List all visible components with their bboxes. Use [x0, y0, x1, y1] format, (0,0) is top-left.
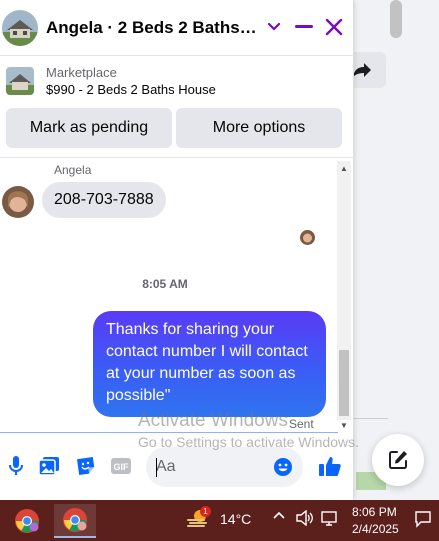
timestamp-separator: 8:05 AM [142, 277, 188, 291]
sticker-button[interactable] [74, 454, 98, 478]
gif-label: GIF [114, 462, 130, 472]
taskbar-chrome-profile-2[interactable] [54, 504, 96, 538]
notification-icon [415, 511, 431, 528]
clock-date: 2/4/2025 [352, 522, 399, 536]
gif-icon: GIF [111, 458, 131, 474]
outgoing-message[interactable]: Thanks for sharing your contact number I… [93, 311, 326, 417]
chevron-up-icon [273, 511, 285, 519]
thumbs-up-icon [319, 457, 341, 476]
windows-taskbar: 1 14°C 8:06 PM 2/4/2025 [0, 500, 439, 541]
listing-title[interactable]: $990 - 2 Beds 2 Baths House [46, 81, 216, 99]
taskbar-clock[interactable]: 8:06 PM 2/4/2025 [352, 504, 399, 538]
background-scrollbar[interactable] [390, 0, 402, 38]
emoji-button[interactable] [271, 455, 295, 479]
message-status: Sent [289, 417, 314, 431]
seen-photo-icon [300, 230, 315, 245]
text-caret [156, 458, 157, 477]
clock-time: 8:06 PM [352, 505, 397, 519]
background-divider [354, 418, 388, 419]
share-arrow-icon [353, 63, 371, 77]
chrome-icon [63, 508, 87, 532]
compose-icon [389, 451, 407, 469]
weather-widget[interactable]: 1 14°C [186, 506, 252, 530]
message-composer: GIF [0, 440, 354, 496]
close-chat-button[interactable] [322, 14, 346, 40]
new-message-button[interactable] [372, 434, 424, 486]
network-button[interactable] [321, 510, 339, 526]
gif-button[interactable]: GIF [109, 454, 133, 478]
seen-indicator-avatar [300, 230, 315, 245]
message-input-wrapper[interactable] [146, 447, 303, 487]
house-thumbnail-icon [6, 67, 34, 95]
microphone-icon [9, 456, 23, 475]
listing-info[interactable]: Marketplace $990 - 2 Beds 2 Baths House [0, 57, 354, 105]
mark-as-pending-button[interactable]: Mark as pending [6, 108, 172, 148]
notifications-button[interactable] [414, 510, 432, 528]
chat-header[interactable]: Angela · 2 Beds 2 Baths House [0, 0, 354, 56]
house-photo-icon [2, 9, 38, 46]
weather-badge: 1 [200, 506, 211, 517]
listing-avatar[interactable] [2, 9, 38, 46]
composer-divider [0, 432, 338, 433]
minimize-icon [295, 25, 313, 28]
chat-title[interactable]: Angela · 2 Beds 2 Baths House [46, 18, 258, 38]
contact-photo-icon [2, 186, 34, 218]
taskbar-chrome-profile-1[interactable] [6, 504, 48, 538]
chrome-icon [15, 509, 39, 533]
message-input[interactable] [156, 457, 266, 477]
photo-icon [38, 457, 59, 476]
message-thread[interactable]: Angela 208-703-7888 8:05 AM Thanks for s… [0, 158, 354, 432]
close-icon [325, 18, 343, 36]
show-hidden-icons-button[interactable] [272, 510, 286, 520]
marketplace-label: Marketplace [46, 64, 117, 80]
contact-avatar[interactable] [2, 186, 34, 218]
listing-thumbnail[interactable] [6, 67, 34, 95]
chat-window: Angela · 2 Beds 2 Baths House Marketplac… [0, 0, 354, 500]
attach-photo-button[interactable] [37, 454, 61, 478]
voice-clip-button[interactable] [4, 454, 28, 478]
sticker-icon [76, 456, 95, 476]
minimize-chat-button[interactable] [292, 14, 316, 40]
sender-name: Angela [54, 163, 92, 177]
scroll-up-arrow-icon[interactable]: ▲ [337, 161, 351, 175]
chevron-down-icon [268, 23, 280, 31]
thread-scrollbar-thumb[interactable] [339, 350, 349, 416]
incoming-message[interactable]: 208-703-7888 [42, 182, 166, 218]
more-options-button[interactable]: More options [176, 108, 342, 148]
listing-actions: Mark as pending More options [6, 108, 342, 148]
chat-options-button[interactable] [262, 14, 286, 40]
scroll-down-arrow-icon[interactable]: ▼ [337, 418, 351, 432]
speaker-icon [296, 510, 313, 526]
network-icon [321, 511, 337, 526]
volume-button[interactable] [296, 510, 314, 526]
emoji-icon [274, 458, 292, 476]
send-like-button[interactable] [318, 454, 342, 478]
weather-temperature: 14°C [220, 511, 252, 527]
